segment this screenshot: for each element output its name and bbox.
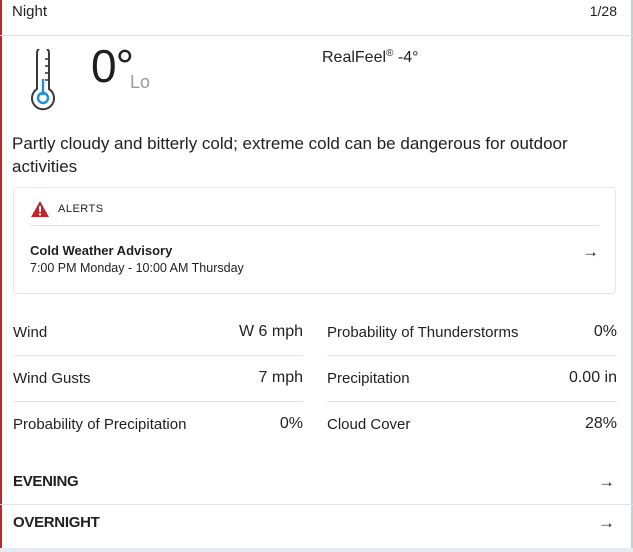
detail-value: 0% (593, 323, 617, 340)
divider (30, 225, 599, 226)
thermometer-icon (31, 49, 55, 111)
arrow-right-icon[interactable]: → (582, 242, 599, 262)
section-overnight[interactable]: OVERNIGHT → (0, 506, 633, 548)
realfeel-value: -4° (397, 49, 419, 66)
alerts-label: ALERTS (58, 203, 104, 215)
period-title: Night (12, 3, 48, 20)
current-temperature: 0° (91, 40, 134, 92)
detail-label: Cloud Cover (327, 416, 411, 433)
detail-label: Probability of Precipitation (13, 416, 187, 433)
section-label: OVERNIGHT (13, 514, 100, 531)
detail-probability-of-thunderstorms: Probability of Thunderstorms 0% (327, 310, 617, 356)
temperature-low-label: Lo (130, 72, 151, 92)
warning-icon (31, 201, 49, 217)
realfeel-label: RealFeel (322, 49, 387, 66)
period-date: 1/28 (589, 3, 617, 19)
detail-value: 7 mph (258, 369, 303, 386)
detail-cloud-cover: Cloud Cover 28% (327, 402, 617, 448)
realfeel-trademark: ® (386, 48, 394, 59)
detail-label: Wind Gusts (13, 370, 91, 387)
detail-value: 0% (279, 415, 303, 432)
detail-value: W 6 mph (238, 323, 303, 340)
arrow-right-icon[interactable]: → (598, 472, 615, 492)
detail-value: 0.00 in (568, 369, 617, 386)
detail-wind-gusts: Wind Gusts 7 mph (13, 356, 303, 402)
detail-label: Precipitation (327, 370, 410, 387)
advisory-title[interactable]: Cold Weather Advisory (30, 243, 172, 258)
detail-label: Probability of Thunderstorms (327, 324, 519, 341)
detail-wind: Wind W 6 mph (13, 310, 303, 356)
detail-value: 28% (584, 415, 617, 432)
realfeel: RealFeel® -4° (322, 48, 418, 67)
alerts-card[interactable]: ALERTS Cold Weather Advisory 7:00 PM Mon… (13, 187, 616, 294)
advisory-time: 7:00 PM Monday - 10:00 AM Thursday (30, 261, 244, 275)
detail-label: Wind (13, 324, 48, 341)
night-forecast-card: Night 1/28 0° Lo RealFeel® -4° Partly cl… (0, 0, 633, 552)
detail-probability-of-precipitation: Probability of Precipitation 0% (13, 402, 303, 448)
forecast-phrase: Partly cloudy and bitterly cold; extreme… (12, 134, 568, 176)
arrow-right-icon[interactable]: → (598, 513, 615, 533)
card-header: Night 1/28 (0, 0, 633, 36)
card-bottom-border (0, 548, 633, 552)
detail-precipitation: Precipitation 0.00 in (327, 356, 617, 402)
section-label: EVENING (13, 473, 79, 490)
section-evening[interactable]: EVENING → (0, 463, 633, 505)
